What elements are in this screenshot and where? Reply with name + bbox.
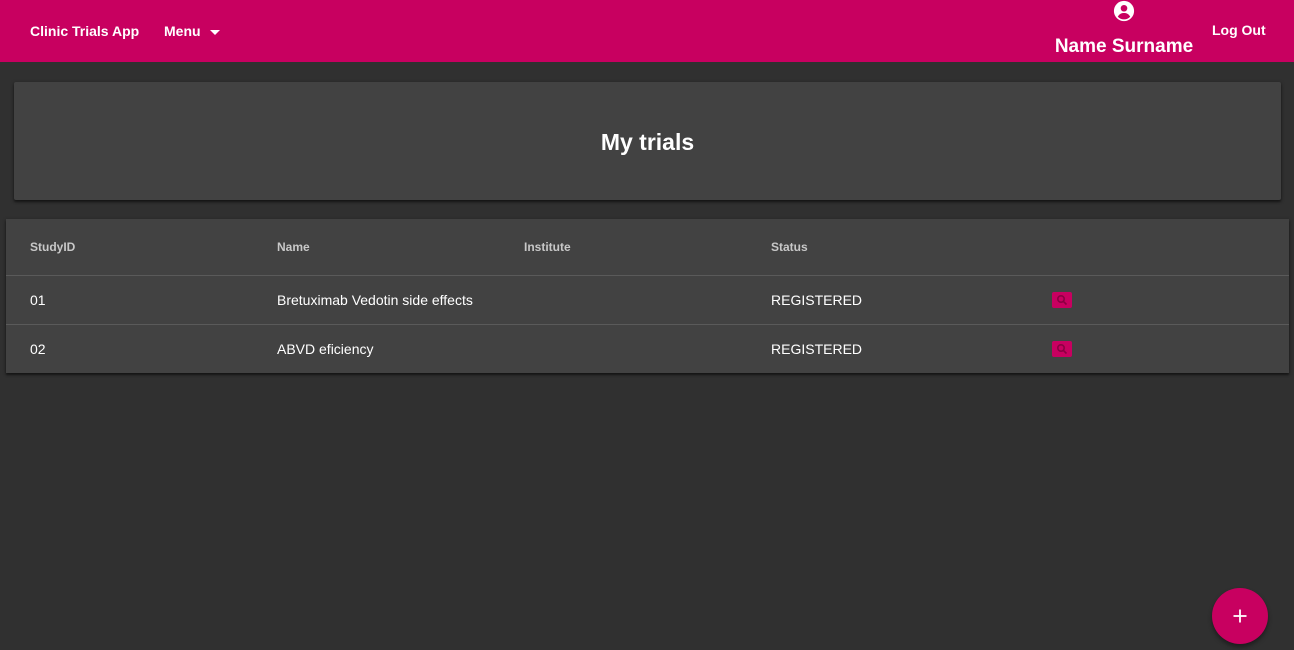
user-name: Name Surname: [1054, 36, 1194, 57]
cell-status: REGISTERED: [771, 341, 863, 357]
cell-name: Bretuximab Vedotin side effects: [277, 292, 473, 308]
column-header-status[interactable]: Status: [771, 219, 808, 275]
page-title: My trials: [600, 129, 695, 155]
cell-name: ABVD eficiency: [277, 341, 374, 357]
account-circle-icon: [1113, 0, 1135, 22]
chevron-down-icon: [209, 29, 220, 35]
plus-icon: [1233, 609, 1247, 623]
table-header-row: StudyID Name Institute Status: [6, 219, 1289, 276]
view-icon: [1056, 294, 1068, 306]
menu-label: Menu: [164, 23, 201, 39]
cell-status: REGISTERED: [771, 292, 863, 308]
table-row[interactable]: 02 ABVD eficiency REGISTERED: [6, 325, 1289, 373]
row-actions: [1052, 325, 1072, 373]
column-header-studyid[interactable]: StudyID: [30, 219, 75, 275]
logout-button[interactable]: Log Out: [1212, 21, 1266, 39]
cell-studyid: 02: [30, 341, 46, 357]
column-header-name[interactable]: Name: [277, 219, 310, 275]
user-profile[interactable]: Name Surname: [1050, 0, 1198, 62]
cell-studyid: 01: [30, 292, 46, 308]
add-trial-button[interactable]: [1212, 588, 1268, 644]
top-toolbar: Clinic Trials App Menu Name Surname Log …: [0, 0, 1294, 62]
view-icon: [1056, 343, 1068, 355]
row-actions: [1052, 276, 1072, 324]
view-trial-button[interactable]: [1052, 341, 1072, 357]
view-trial-button[interactable]: [1052, 292, 1072, 308]
page-title-card: My trials: [14, 82, 1281, 200]
app-title[interactable]: Clinic Trials App: [30, 22, 139, 40]
trials-table: StudyID Name Institute Status 01 Bretuxi…: [6, 219, 1289, 373]
menu-button[interactable]: Menu: [164, 22, 220, 40]
table-row[interactable]: 01 Bretuximab Vedotin side effects REGIS…: [6, 276, 1289, 325]
column-header-institute[interactable]: Institute: [524, 219, 571, 275]
